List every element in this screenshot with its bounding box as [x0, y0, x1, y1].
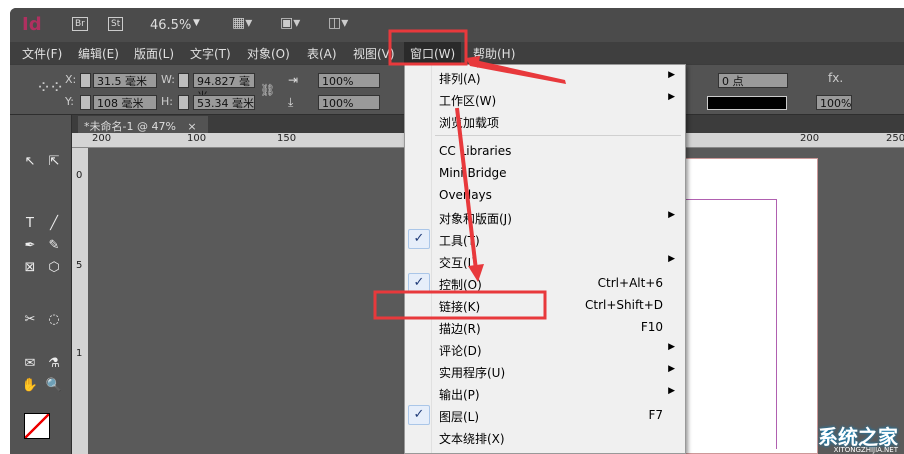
highlight-box-window-menu — [388, 29, 468, 66]
highlight-box-links — [373, 290, 547, 320]
arrow-to-window-menu — [466, 58, 566, 84]
arrowhead — [468, 264, 484, 282]
arrow-to-links — [455, 107, 478, 271]
annotation-overlay — [373, 29, 566, 320]
